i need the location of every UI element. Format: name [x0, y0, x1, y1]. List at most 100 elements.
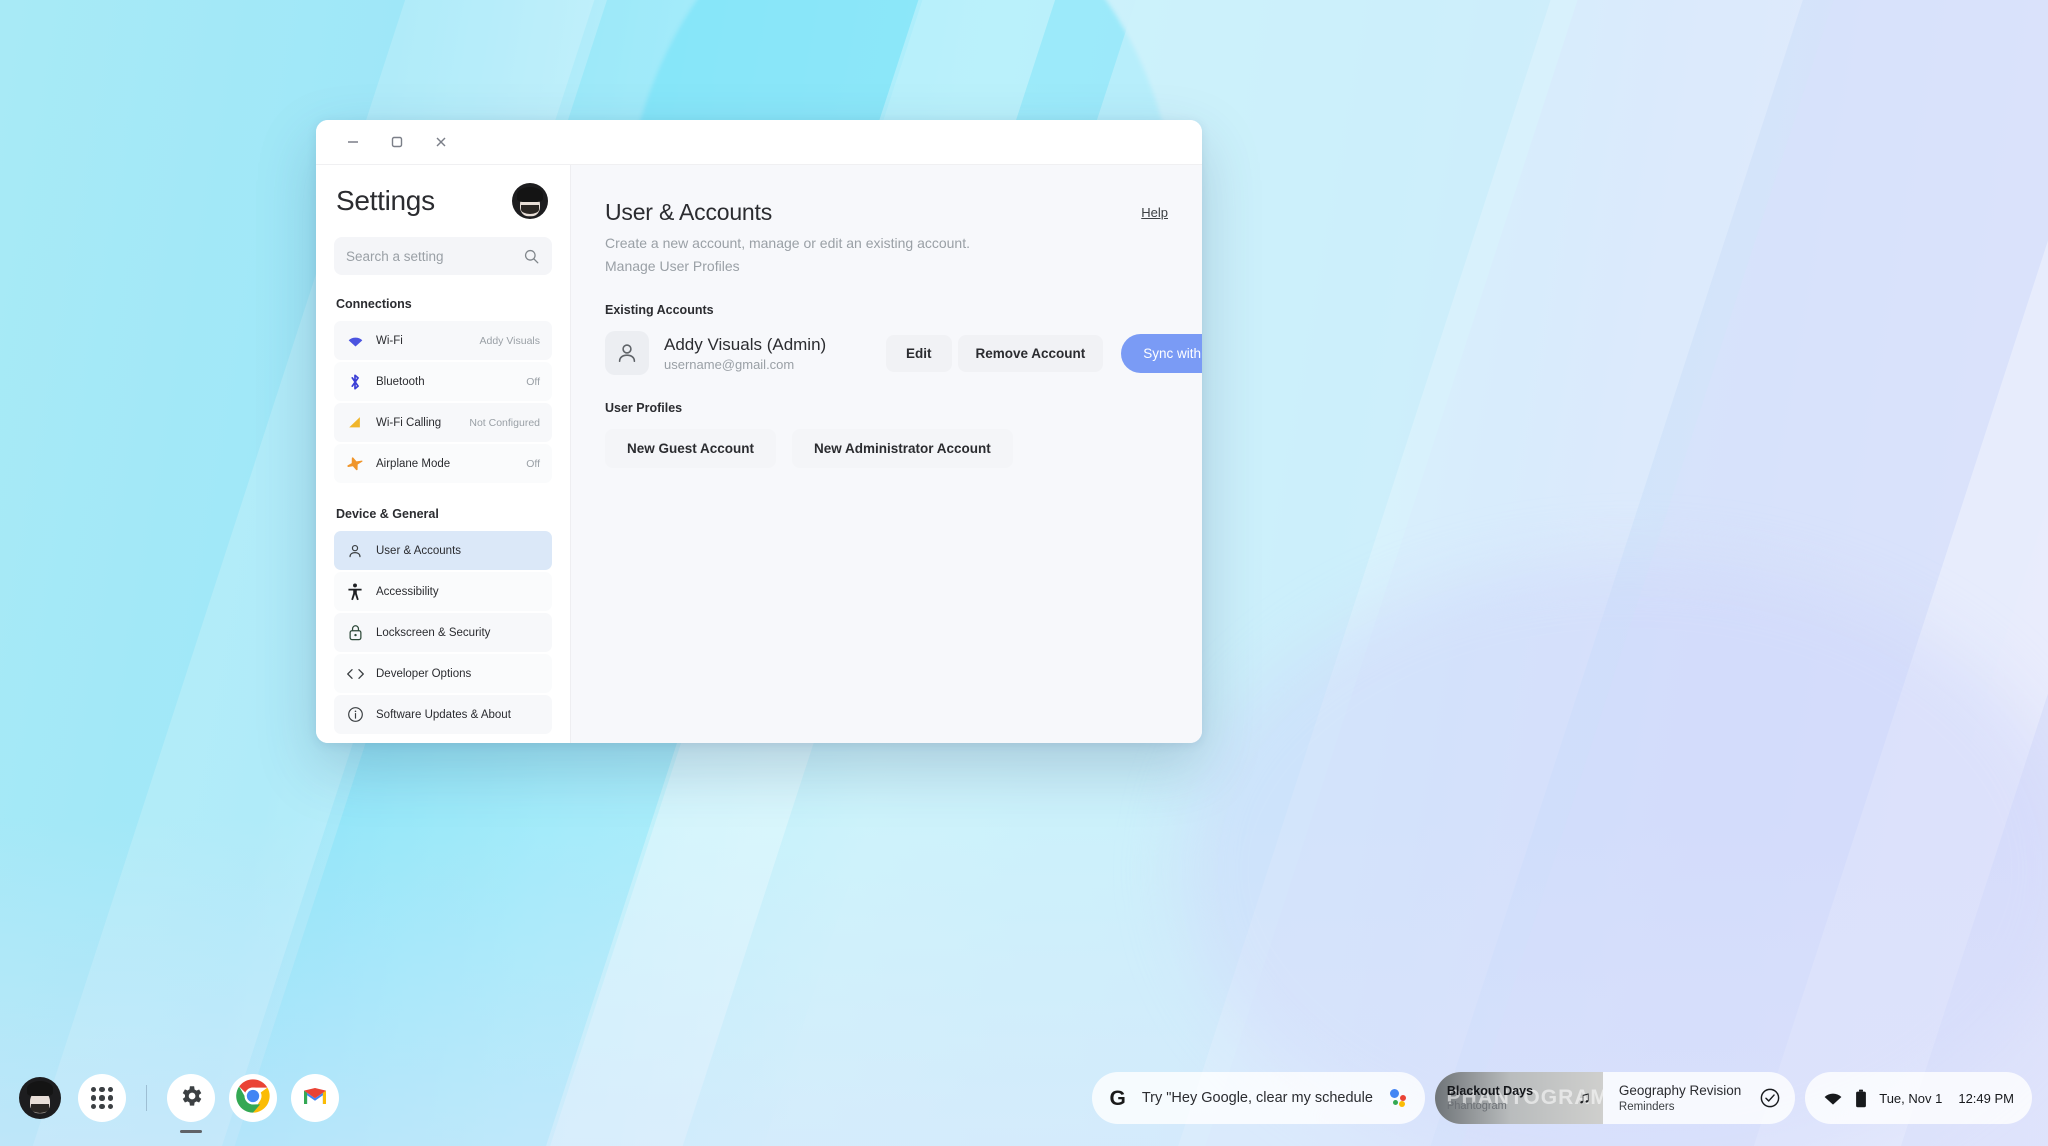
close-button[interactable]: [428, 129, 454, 155]
main-page-title: User & Accounts: [605, 199, 773, 225]
shelf-launcher-group: [16, 1074, 339, 1133]
notification-subtitle: Reminders: [1618, 1101, 1675, 1114]
minimize-button[interactable]: [340, 129, 366, 155]
new-administrator-account-button[interactable]: New Administrator Account: [792, 429, 1013, 469]
page-title: Settings: [336, 185, 435, 216]
edit-account-button[interactable]: Edit: [886, 334, 952, 372]
sidebar-header: Settings: [334, 183, 552, 219]
sidebar-item-label: Wi-Fi Calling: [376, 416, 442, 429]
help-link[interactable]: Help: [1141, 205, 1168, 220]
sidebar-item-airplane-mode[interactable]: Airplane Mode Off: [334, 444, 552, 483]
settings-sidebar: Settings Connections: [316, 165, 571, 743]
sidebar-item-value: Not Configured: [469, 416, 540, 429]
sidebar-item-wifi-calling[interactable]: Wi-Fi Calling Not Configured: [334, 403, 552, 442]
sync-with-google-button[interactable]: Sync with Google: [1121, 333, 1202, 373]
shelf-divider: [146, 1085, 147, 1111]
sidebar-item-label: Wi-Fi: [376, 334, 403, 347]
profile-actions: New Guest Account New Administrator Acco…: [605, 429, 1168, 469]
sidebar-item-bluetooth[interactable]: Bluetooth Off: [334, 362, 552, 401]
notification-title: Geography Revision: [1618, 1082, 1742, 1098]
media-player-tile[interactable]: PHANTOGRAM Blackout Days Phantogram ♫: [1434, 1072, 1603, 1124]
chrome-icon: [233, 1076, 273, 1121]
window-body: Settings Connections: [316, 165, 1202, 743]
sidebar-item-label: Software Updates & About: [376, 708, 511, 721]
page-description: Create a new account, manage or edit an …: [605, 232, 1168, 277]
sidebar-item-lockscreen-security[interactable]: Lockscreen & Security: [334, 613, 552, 652]
sidebar-item-label: Airplane Mode: [376, 457, 451, 470]
airplane-icon: [344, 455, 366, 472]
assistant-mic-icon[interactable]: [1389, 1088, 1409, 1108]
media-and-notification-group: PHANTOGRAM Blackout Days Phantogram ♫ Ge…: [1434, 1072, 1796, 1124]
sidebar-item-wifi[interactable]: Wi-Fi Addy Visuals: [334, 321, 552, 360]
sidebar-item-user-accounts[interactable]: User & Accounts: [334, 531, 552, 570]
account-row: Addy Visuals (Admin) username@gmail.com …: [605, 331, 1202, 376]
group-label-connections: Connections: [336, 297, 412, 311]
new-guest-account-button[interactable]: New Guest Account: [605, 429, 777, 469]
nav-list-connections: Wi-Fi Addy Visuals Bluetooth Off Wi-Fi C…: [334, 321, 552, 483]
grid-dots-icon: [91, 1087, 113, 1109]
accessibility-icon: [344, 582, 366, 601]
gmail-app-button[interactable]: [291, 1074, 339, 1122]
media-artist: Phantogram: [1446, 1100, 1507, 1113]
sidebar-item-accessibility[interactable]: Accessibility: [334, 572, 552, 611]
settings-app-button[interactable]: [167, 1074, 215, 1133]
running-indicator: [180, 1130, 202, 1133]
sidebar-item-developer-options[interactable]: Developer Options: [334, 654, 552, 693]
sidebar-group-connections: Connections Wi-Fi Addy Visuals Bluetooth…: [334, 297, 552, 483]
sidebar-item-label: Developer Options: [376, 667, 472, 680]
nav-list-device-general: User & Accounts Accessibility Lockscreen…: [334, 531, 552, 734]
sidebar-item-value: Off: [526, 375, 540, 388]
sidebar-item-software-updates-about[interactable]: Software Updates & About: [334, 695, 552, 734]
sidebar-item-label: Accessibility: [376, 585, 439, 598]
account-text: Addy Visuals (Admin) username@gmail.com: [664, 335, 882, 372]
assistant-prompt: Try "Hey Google, clear my schedule: [1141, 1090, 1373, 1106]
group-label-device-general: Device & General: [336, 507, 439, 521]
chrome-app-button[interactable]: [229, 1074, 277, 1122]
existing-accounts-label: Existing Accounts: [605, 303, 714, 318]
person-icon: [344, 543, 366, 559]
avatar-icon: [19, 1077, 61, 1119]
sidebar-item-label: User & Accounts: [376, 544, 462, 557]
remove-account-button[interactable]: Remove Account: [957, 334, 1104, 372]
search-icon: [523, 248, 540, 265]
system-status-tray[interactable]: Tue, Nov 1 12:49 PM: [1805, 1072, 2032, 1124]
settings-main-pane: User & Accounts Help Create a new accoun…: [571, 165, 1202, 743]
wifi-icon: [1823, 1090, 1843, 1106]
account-name: Addy Visuals (Admin): [664, 334, 827, 354]
page-description-line2: Manage User Profiles: [605, 257, 740, 274]
profile-avatar-button[interactable]: [16, 1074, 64, 1122]
avatar-hair: [517, 186, 543, 202]
search-box[interactable]: [334, 237, 552, 275]
sidebar-item-label: Lockscreen & Security: [376, 626, 491, 639]
gear-icon: [178, 1083, 204, 1114]
search-input[interactable]: [346, 248, 523, 264]
taskbar: G Try "Hey Google, clear my schedule PHA…: [0, 1050, 2048, 1146]
status-time: 12:49 PM: [1958, 1090, 2014, 1106]
account-person-icon: [605, 331, 649, 376]
avatar-hair: [27, 1081, 53, 1097]
window-titlebar[interactable]: [316, 120, 1202, 165]
info-circle-icon: [344, 706, 366, 723]
app-launcher-button[interactable]: [78, 1074, 126, 1122]
sidebar-item-value: Off: [526, 457, 540, 470]
sidebar-item-value: Addy Visuals: [479, 334, 540, 347]
bluetooth-icon: [344, 373, 366, 391]
music-note-icon: ♫: [1578, 1088, 1591, 1107]
notification-text: Geography Revision Reminders: [1619, 1083, 1741, 1113]
signal-bars-icon: [344, 415, 366, 430]
notification-tile[interactable]: Geography Revision Reminders: [1603, 1072, 1795, 1124]
gmail-icon: [302, 1086, 328, 1111]
avatar[interactable]: [512, 183, 548, 219]
avatar-beard: [31, 1104, 49, 1114]
check-circle-icon[interactable]: [1759, 1087, 1781, 1109]
user-profiles-label: User Profiles: [605, 401, 683, 416]
sidebar-item-label: Bluetooth: [376, 375, 425, 388]
page-description-line1: Create a new account, manage or edit an …: [605, 235, 970, 251]
code-brackets-icon: [344, 667, 366, 681]
wifi-icon: [344, 334, 366, 348]
account-email: username@gmail.com: [664, 356, 795, 372]
media-metadata: Blackout Days Phantogram: [1447, 1084, 1533, 1112]
lock-icon: [344, 624, 366, 641]
maximize-button[interactable]: [384, 129, 410, 155]
assistant-search-bar[interactable]: G Try "Hey Google, clear my schedule: [1091, 1072, 1425, 1124]
